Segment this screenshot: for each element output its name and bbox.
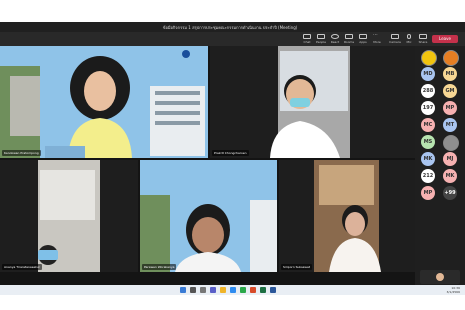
more-icon: ··· xyxy=(373,32,378,38)
roster-avatar[interactable]: 288 xyxy=(421,84,435,98)
task-view-icon[interactable] xyxy=(200,287,206,293)
roster-avatar[interactable]: MK xyxy=(421,152,435,166)
rooms-icon xyxy=(345,34,353,39)
roster-avatar[interactable]: MK xyxy=(443,169,457,183)
edge-icon[interactable] xyxy=(230,287,236,293)
roster-avatar[interactable]: 197 xyxy=(421,101,435,115)
mic-icon xyxy=(407,34,411,39)
chrome-icon[interactable] xyxy=(240,287,246,293)
meeting-toolbar: Chat People React Rooms Apps ··· More Ca… xyxy=(0,32,465,46)
video-tile[interactable]: Siriporn Suksawat xyxy=(279,160,415,272)
video-stage: Kanokwan Pratompong Prakrit Chongcharoen xyxy=(0,46,415,285)
roster-avatar[interactable]: +99 xyxy=(443,186,457,200)
camera-button[interactable]: Camera xyxy=(388,33,402,45)
teams-app-icon[interactable] xyxy=(210,287,216,293)
roster-avatar[interactable]: MT xyxy=(443,118,457,132)
leave-button[interactable]: Leave xyxy=(432,35,458,43)
roster-avatar[interactable] xyxy=(443,135,459,151)
roster-avatar[interactable]: MB xyxy=(443,67,457,81)
react-button[interactable]: React xyxy=(328,33,342,45)
chat-icon xyxy=(303,34,311,39)
video-feed xyxy=(0,46,208,158)
avatar xyxy=(436,273,444,281)
video-tile[interactable]: Kanokwan Pratompong xyxy=(0,46,208,158)
self-view[interactable] xyxy=(420,270,460,284)
roster-avatar[interactable]: GM xyxy=(443,84,457,98)
roster-avatar[interactable]: MD xyxy=(421,67,435,81)
system-clock: 10:36 3/1/2566 xyxy=(430,286,460,294)
roster-avatar[interactable]: MC xyxy=(421,118,435,132)
video-tile[interactable]: Parawan Worakanya xyxy=(140,160,277,272)
taskbar: 10:36 3/1/2566 xyxy=(0,285,465,295)
roster-avatar[interactable]: MP xyxy=(421,186,435,200)
search-icon[interactable] xyxy=(190,287,196,293)
video-feed xyxy=(38,160,100,272)
roster-avatar[interactable] xyxy=(421,50,437,66)
chat-button[interactable]: Chat xyxy=(300,33,314,45)
roster-avatar[interactable]: MP xyxy=(443,101,457,115)
roster-avatar[interactable]: 212 xyxy=(421,169,435,183)
rooms-button[interactable]: Rooms xyxy=(342,33,356,45)
video-tile[interactable]: Ananya Tiraratanasakul xyxy=(0,160,138,272)
share-icon xyxy=(419,34,427,39)
video-feed xyxy=(140,160,277,272)
roster-avatar[interactable]: MS xyxy=(421,135,435,149)
react-icon xyxy=(331,34,339,39)
more-button[interactable]: ··· More xyxy=(370,33,384,45)
participant-name: Siriporn Suksawat xyxy=(281,264,312,270)
apps-icon xyxy=(359,34,367,39)
video-feed xyxy=(314,160,381,272)
roster-avatar[interactable]: MJ xyxy=(443,152,457,166)
participant-name: Ananya Tiraratanasakul xyxy=(2,264,42,270)
roster-avatar[interactable] xyxy=(443,50,459,66)
teams-window: ข้อมือกิจกรรม 1 สรุปการประชุมคณะกรรมการด… xyxy=(0,22,465,285)
word-icon[interactable] xyxy=(270,287,276,293)
start-icon[interactable] xyxy=(180,287,186,293)
office-icon[interactable] xyxy=(250,287,256,293)
video-tile[interactable]: Prakrit Chongcharoen xyxy=(210,46,415,158)
title-bar: ข้อมือกิจกรรม 1 สรุปการประชุมคณะกรรมการด… xyxy=(0,22,465,32)
camera-icon xyxy=(391,34,399,39)
people-icon xyxy=(317,34,325,39)
clock-date: 3/1/2566 xyxy=(446,290,460,294)
participant-name: Prakrit Chongcharoen xyxy=(212,150,249,156)
video-feed xyxy=(270,46,350,158)
participant-name: Kanokwan Pratompong xyxy=(2,150,41,156)
participant-roster: MD MB 288 GM 197 MP MC MT MS MK MJ 212 MK MP +99 xyxy=(415,46,465,285)
excel-icon[interactable] xyxy=(260,287,266,293)
people-button[interactable]: People xyxy=(314,33,328,45)
share-button[interactable]: Share xyxy=(416,33,430,45)
apps-button[interactable]: Apps xyxy=(356,33,370,45)
participant-name: Parawan Worakanya xyxy=(142,264,177,270)
file-explorer-icon[interactable] xyxy=(220,287,226,293)
meeting-title: ข้อมือกิจกรรม 1 สรุปการประชุมคณะกรรมการด… xyxy=(162,25,298,30)
mic-button[interactable]: Mic xyxy=(402,33,416,45)
